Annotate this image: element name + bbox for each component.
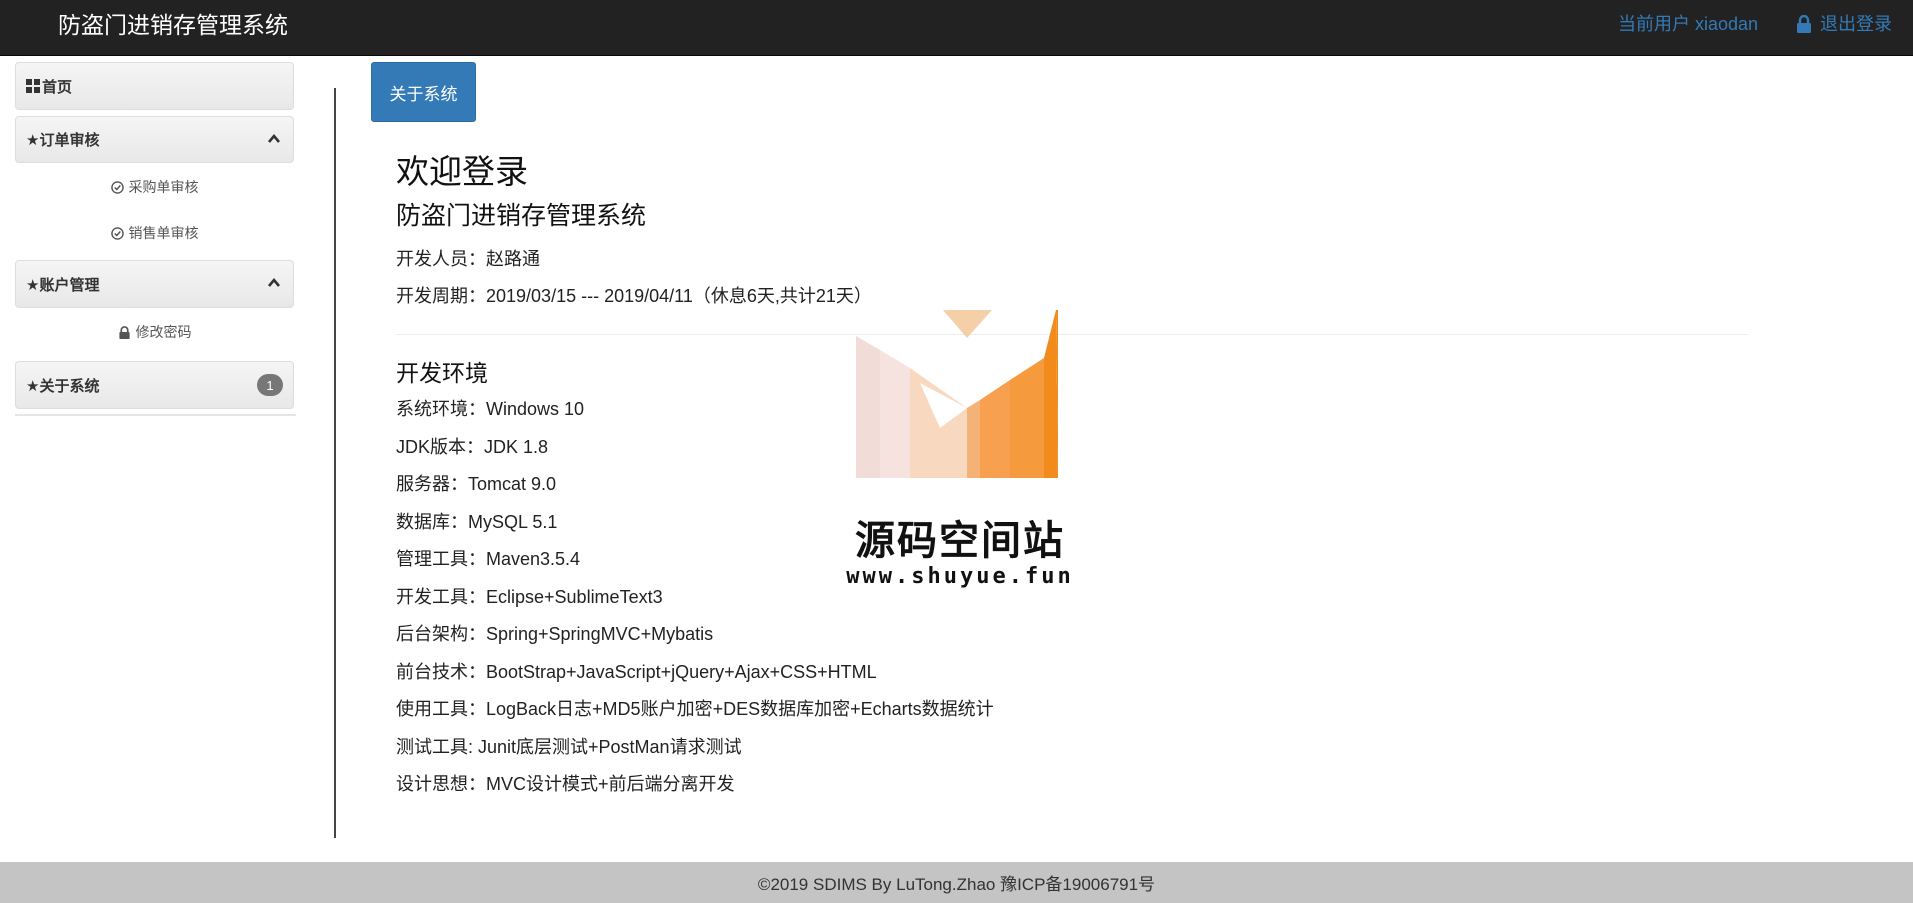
sidebar-item-label: 修改密码 xyxy=(135,324,192,340)
brand-title[interactable]: 防盗门进销存管理系统 xyxy=(58,10,288,40)
current-user-link[interactable]: 当前用户 xiaodan xyxy=(1618,12,1758,36)
sidebar-group-account-mgmt[interactable]: ★账户管理 xyxy=(15,260,294,308)
sidebar-item-sales-review[interactable]: 销售单审核 xyxy=(15,221,294,245)
watermark: 源码空间站 www.shuyue.fun xyxy=(840,308,1080,598)
env-item: 数据库：MySQL 5.1 xyxy=(396,512,558,532)
sidebar-divider xyxy=(15,414,296,416)
page-title: 欢迎登录 xyxy=(396,153,528,190)
env-item: 系统环境：Windows 10 xyxy=(396,399,585,419)
grid-icon xyxy=(26,79,40,93)
env-item: 测试工具: Junit底层测试+PostMan请求测试 xyxy=(396,737,742,757)
watermark-url: www.shuyue.fun xyxy=(846,564,1074,589)
sidebar-item-change-password[interactable]: 修改密码 xyxy=(15,320,294,344)
footer: ©2019 SDIMS By LuTong.Zhao 豫ICP备19006791… xyxy=(0,862,1913,903)
sidebar-item-purchase-review[interactable]: 采购单审核 xyxy=(15,175,294,199)
env-heading: 开发环境 xyxy=(396,360,488,386)
chevron-up-icon xyxy=(268,277,280,287)
env-item: 开发工具：Eclipse+SublimeText3 xyxy=(396,587,663,607)
logout-link[interactable]: 退出登录 xyxy=(1796,12,1892,36)
sidebar-item-home[interactable]: 首页 xyxy=(15,62,294,110)
env-item: 使用工具：LogBack日志+MD5账户加密+DES数据库加密+Echarts数… xyxy=(396,699,994,719)
env-item: 服务器：Tomcat 9.0 xyxy=(396,474,557,494)
env-item: 前台技术：BootStrap+JavaScript+jQuery+Ajax+CS… xyxy=(396,662,877,682)
sidebar-item-label: 采购单审核 xyxy=(128,179,199,195)
top-navbar: 防盗门进销存管理系统 当前用户 xiaodan 退出登录 xyxy=(0,0,1913,56)
lock-icon xyxy=(118,325,130,339)
chevron-up-icon xyxy=(268,133,280,143)
footer-text: ©2019 SDIMS By LuTong.Zhao 豫ICP备19006791… xyxy=(757,875,1156,894)
content-divider xyxy=(334,88,336,838)
env-item: JDK版本：JDK 1.8 xyxy=(396,437,549,457)
sidebar-item-label: ★关于系统 xyxy=(26,377,100,395)
developer-text: 开发人员：赵路通 xyxy=(396,249,540,269)
watermark-logo-icon xyxy=(856,310,1058,478)
system-name-heading: 防盗门进销存管理系统 xyxy=(396,202,647,230)
watermark-title: 源码空间站 xyxy=(855,519,1065,563)
count-badge: 1 xyxy=(257,374,283,396)
sidebar-group-label: ★订单审核 xyxy=(26,132,100,149)
env-item: 管理工具：Maven3.5.4 xyxy=(396,549,581,569)
sidebar-item-label: 首页 xyxy=(42,78,73,96)
env-item: 设计思想：MVC设计模式+前后端分离开发 xyxy=(396,774,735,794)
tab-about-system[interactable]: 关于系统 xyxy=(371,62,476,122)
check-circle-icon xyxy=(110,226,124,240)
sidebar-group-order-review[interactable]: ★订单审核 xyxy=(15,116,294,163)
sidebar-item-label: 销售单审核 xyxy=(128,225,199,241)
logout-label: 退出登录 xyxy=(1820,14,1892,34)
lock-icon xyxy=(1797,15,1811,33)
check-circle-icon xyxy=(110,180,124,194)
env-item: 后台架构：Spring+SpringMVC+Mybatis xyxy=(396,624,714,644)
sidebar-item-about[interactable]: ★关于系统 1 xyxy=(15,361,294,409)
sidebar-group-label: ★账户管理 xyxy=(26,276,100,294)
period-text: 开发周期：2019/03/15 --- 2019/04/11（休息6天,共计21… xyxy=(396,286,872,306)
